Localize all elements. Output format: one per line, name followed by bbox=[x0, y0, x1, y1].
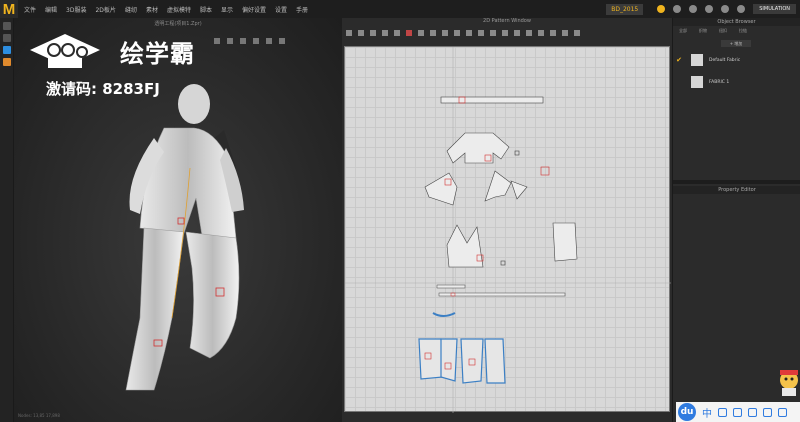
volume-icon[interactable] bbox=[673, 5, 682, 13]
fabric-swatch bbox=[691, 76, 703, 88]
2d-window-title: 2D Pattern Window bbox=[483, 18, 531, 24]
tab-button[interactable]: 纽扣 bbox=[719, 28, 727, 36]
cart-icon[interactable] bbox=[737, 5, 746, 13]
dart-tool-icon[interactable] bbox=[430, 30, 436, 36]
transform-tool-icon[interactable] bbox=[358, 30, 364, 36]
select-tool-icon[interactable] bbox=[346, 30, 352, 36]
circle-tool-icon[interactable] bbox=[406, 30, 412, 36]
menu-item-script[interactable]: 脚本 bbox=[200, 5, 212, 14]
main-menu: 文件 编辑 3D服装 2D板片 缝纫 素材 虚拟模特 脚本 显示 偏好设置 设置… bbox=[24, 5, 317, 14]
menu-item-avatar[interactable]: 虚拟模特 bbox=[167, 5, 191, 14]
menu-item-file[interactable]: 文件 bbox=[24, 5, 36, 14]
button-tool-icon[interactable] bbox=[514, 30, 520, 36]
fabric-swatch bbox=[691, 54, 703, 66]
toolbox-icon[interactable] bbox=[778, 407, 787, 417]
free-sewing-icon[interactable] bbox=[466, 30, 472, 36]
texture-tool-icon[interactable] bbox=[502, 30, 508, 36]
topstitch-tool-icon[interactable] bbox=[562, 30, 568, 36]
ime-logo[interactable]: du bbox=[678, 403, 696, 421]
zipper-tool-icon[interactable] bbox=[526, 30, 532, 36]
brand-label: BD_2015 bbox=[606, 3, 644, 15]
notch-tool-icon[interactable] bbox=[442, 30, 448, 36]
tab-fabric[interactable]: 织物 bbox=[699, 28, 707, 36]
polygon-tool-icon[interactable] bbox=[382, 30, 388, 36]
sewing-tool-icon[interactable] bbox=[454, 30, 460, 36]
fabric-item[interactable]: ✔ Default Fabric bbox=[673, 51, 800, 69]
measure-tool-icon[interactable] bbox=[574, 30, 580, 36]
menu-bar: M 文件 编辑 3D服装 2D板片 缝纫 素材 虚拟模特 脚本 显示 偏好设置 … bbox=[0, 0, 800, 18]
voice-icon[interactable] bbox=[733, 407, 742, 417]
mascot-icon[interactable] bbox=[778, 368, 800, 398]
edit-point-icon[interactable] bbox=[370, 30, 376, 36]
skin-icon[interactable] bbox=[763, 407, 772, 417]
object-browser-title: Object Browser bbox=[673, 18, 800, 26]
tape-tool-icon[interactable] bbox=[538, 30, 544, 36]
fabric-name: Default Fabric bbox=[709, 57, 741, 63]
menu-item-display[interactable]: 显示 bbox=[221, 5, 233, 14]
panel-divider[interactable] bbox=[673, 180, 800, 184]
avatar-icon[interactable] bbox=[3, 46, 11, 54]
ime-language-toggle[interactable]: 中 bbox=[702, 405, 712, 420]
menu-item-2d-pattern[interactable]: 2D板片 bbox=[95, 5, 115, 14]
app-logo: M bbox=[0, 0, 18, 18]
object-browser-tabs: 全部 织物 纽扣 拉链 bbox=[673, 28, 800, 36]
library-strip bbox=[0, 18, 14, 422]
rectangle-tool-icon[interactable] bbox=[394, 30, 400, 36]
right-panel: Object Browser 全部 织物 纽扣 拉链 + 增加 ✔ Defaul… bbox=[672, 18, 800, 422]
menu-item-settings[interactable]: 设置 bbox=[275, 5, 287, 14]
polycount-readout: Nodes: 13,85 17,898 bbox=[18, 413, 60, 418]
tab-all[interactable]: 全部 bbox=[679, 28, 687, 36]
watermark-invite-code: 激请码: 8283FJ bbox=[46, 80, 160, 98]
menu-item-preferences[interactable]: 偏好设置 bbox=[242, 5, 266, 14]
fold-tool-icon[interactable] bbox=[490, 30, 496, 36]
graphic-tool-icon[interactable] bbox=[550, 30, 556, 36]
fabric-item[interactable]: FABRIC 1 bbox=[673, 73, 800, 91]
simulation-button[interactable]: SIMULATION bbox=[753, 4, 796, 14]
watermark-logo bbox=[30, 34, 100, 68]
face-icon[interactable] bbox=[3, 58, 11, 66]
garment-icon[interactable] bbox=[3, 34, 11, 42]
menu-item-3d-garment[interactable]: 3D服装 bbox=[66, 5, 86, 14]
check-icon: ✔ bbox=[676, 56, 682, 64]
library-icon[interactable] bbox=[3, 22, 11, 30]
settings-icon[interactable] bbox=[721, 5, 730, 13]
menu-item-manual[interactable]: 手册 bbox=[296, 5, 308, 14]
property-editor-title: Property Editor bbox=[673, 186, 800, 194]
menu-item-materials[interactable]: 素材 bbox=[146, 5, 158, 14]
help-icon[interactable] bbox=[705, 5, 714, 13]
pattern-pieces[interactable] bbox=[345, 47, 671, 413]
ime-toolbar: du 中 bbox=[676, 402, 800, 422]
internal-line-icon[interactable] bbox=[418, 30, 424, 36]
watermark-title: 绘学霸 bbox=[120, 40, 195, 68]
capture-icon[interactable] bbox=[689, 5, 698, 13]
add-fabric-button[interactable]: + 增加 bbox=[721, 40, 751, 47]
menu-bar-right: BD_2015 SIMULATION bbox=[606, 0, 800, 18]
menu-item-edit[interactable]: 编辑 bbox=[45, 5, 57, 14]
pattern-canvas[interactable] bbox=[344, 46, 671, 413]
fabric-name: FABRIC 1 bbox=[709, 79, 730, 85]
punctuation-icon[interactable] bbox=[718, 407, 727, 417]
keyboard-icon[interactable] bbox=[748, 407, 757, 417]
2d-pattern-window: 2D Pattern Window bbox=[342, 18, 672, 422]
tab-zipper[interactable]: 拉链 bbox=[739, 28, 747, 36]
pin-tool-icon[interactable] bbox=[478, 30, 484, 36]
cloud-icon[interactable] bbox=[657, 5, 666, 13]
menu-item-sewing[interactable]: 缝纫 bbox=[125, 5, 137, 14]
2d-toolbar bbox=[346, 26, 668, 40]
